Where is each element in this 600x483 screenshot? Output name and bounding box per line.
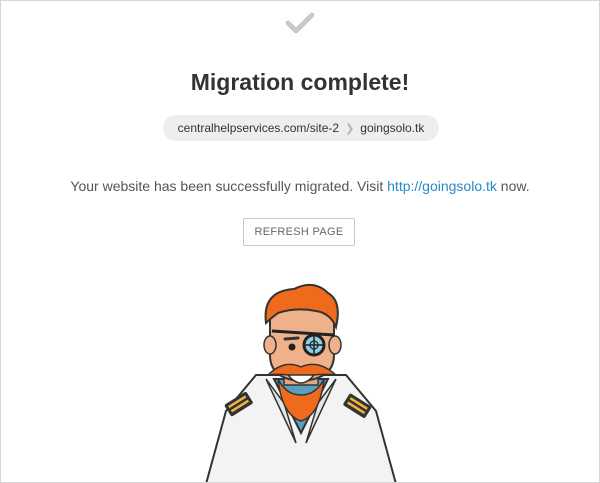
message-suffix: now. xyxy=(496,178,530,194)
message-prefix: Your website has been successfully migra… xyxy=(70,178,388,194)
site-link[interactable]: http://goingsolo.tk xyxy=(387,178,497,194)
chevron-right-icon: ❯ xyxy=(345,122,355,135)
pirate-captain-illustration xyxy=(205,283,397,482)
page-title: Migration complete! xyxy=(190,69,410,95)
refresh-page-button[interactable]: REFRESH PAGE xyxy=(243,218,355,246)
success-message: Your website has been successfully migra… xyxy=(1,178,599,194)
migration-complete-panel: Migration complete! centralhelpservices.… xyxy=(0,0,600,483)
checkmark-icon xyxy=(285,12,315,34)
breadcrumb-destination: goingsolo.tk xyxy=(360,121,425,135)
migration-breadcrumb: centralhelpservices.com/site-2 ❯ goingso… xyxy=(163,115,439,141)
breadcrumb-source: centralhelpservices.com/site-2 xyxy=(177,121,340,135)
